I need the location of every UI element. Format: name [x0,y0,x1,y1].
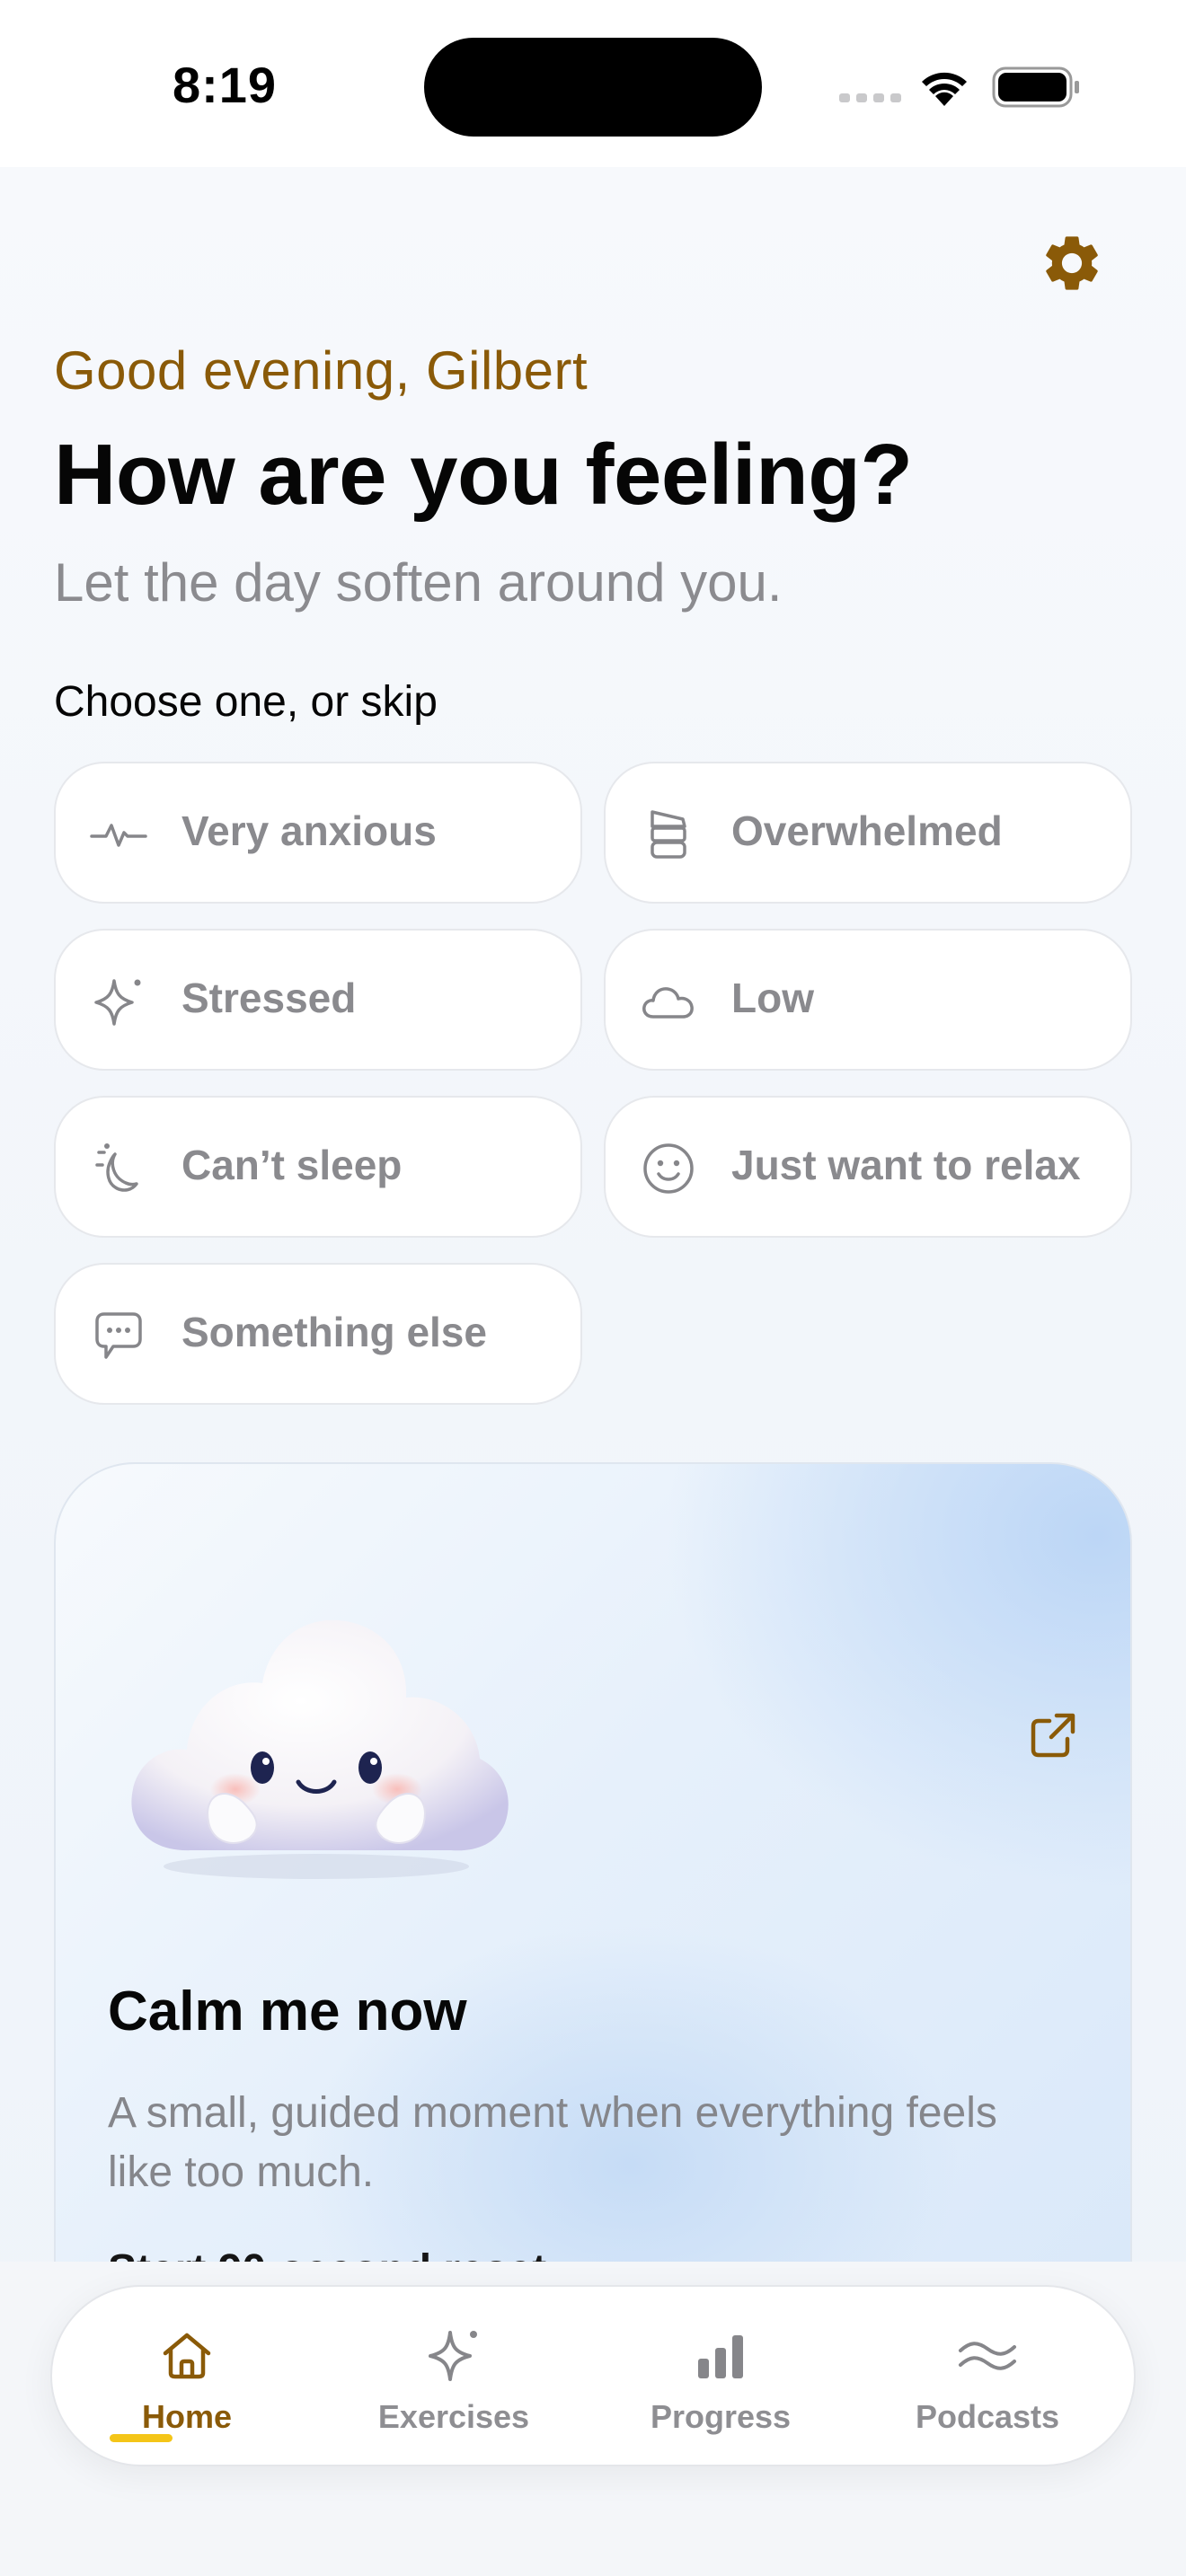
calm-card-description: A small, guided moment when everything f… [108,2089,997,2196]
bar-chart-icon [586,2326,855,2386]
cellular-signal-icon [839,93,901,102]
mood-option-very-anxious[interactable]: Very anxious [54,762,582,904]
mood-option-something-else[interactable]: Something else [54,1263,582,1405]
sparkle-icon [319,2326,589,2386]
tab-label: Home [141,2398,233,2435]
open-external-button[interactable] [1017,1699,1089,1771]
tab-exercises[interactable]: Exercises [319,2287,589,2468]
mood-label: Something else [181,1309,487,1355]
smile-icon [640,1140,697,1197]
waves-icon [853,2326,1122,2386]
tab-bar: Home Exercises Progress Podcasts [50,2285,1136,2466]
calm-me-now-card[interactable]: Calm me now A small, guided moment when … [54,1462,1132,2360]
pulse-icon [90,806,147,863]
settings-button[interactable] [1033,225,1111,302]
mood-option-relax[interactable]: Just want to relax [604,1096,1132,1238]
mood-option-low[interactable]: Low [604,929,1132,1071]
mood-prompt-label: Choose one, or skip [54,678,438,726]
external-link-icon [1031,1713,1075,1758]
wifi-icon [922,72,967,106]
mood-option-overwhelmed[interactable]: Overwhelmed [604,762,1132,904]
mood-label: Can’t sleep [181,1142,403,1188]
greeting: Good evening, Gilbert [54,340,589,401]
cloud-icon [640,973,697,1030]
page-title: How are you feeling? [54,427,913,523]
calm-card-title: Calm me now [108,1981,467,2042]
tab-progress[interactable]: Progress [586,2287,855,2468]
battery-icon [992,66,1079,108]
page-subtitle: Let the day soften around you. [54,552,783,613]
mood-label: Low [731,975,814,1021]
tab-label: Podcasts [915,2398,1060,2435]
mood-option-cant-sleep[interactable]: Can’t sleep [54,1096,582,1238]
cloud-mascot-illustration [131,1619,509,1879]
gear-icon [1046,236,1098,290]
mood-label: Overwhelmed [731,807,1003,854]
moon-icon [90,1140,147,1197]
mood-option-stressed[interactable]: Stressed [54,929,582,1071]
status-time: 8:19 [172,57,278,113]
sparkle-icon [90,973,147,1030]
tab-label: Progress [650,2398,792,2435]
home-icon [52,2326,322,2386]
active-tab-indicator [110,2434,173,2442]
chat-bubble-icon [90,1307,147,1364]
tab-podcasts[interactable]: Podcasts [853,2287,1122,2468]
dynamic-island [424,38,762,137]
tab-label: Exercises [377,2398,530,2435]
mood-label: Stressed [181,975,357,1021]
mood-label: Just want to relax [731,1142,1081,1188]
status-bar: 8:19 [0,0,1186,167]
mood-label: Very anxious [181,807,437,854]
stack-icon [640,806,697,863]
tab-home[interactable]: Home [52,2287,322,2468]
